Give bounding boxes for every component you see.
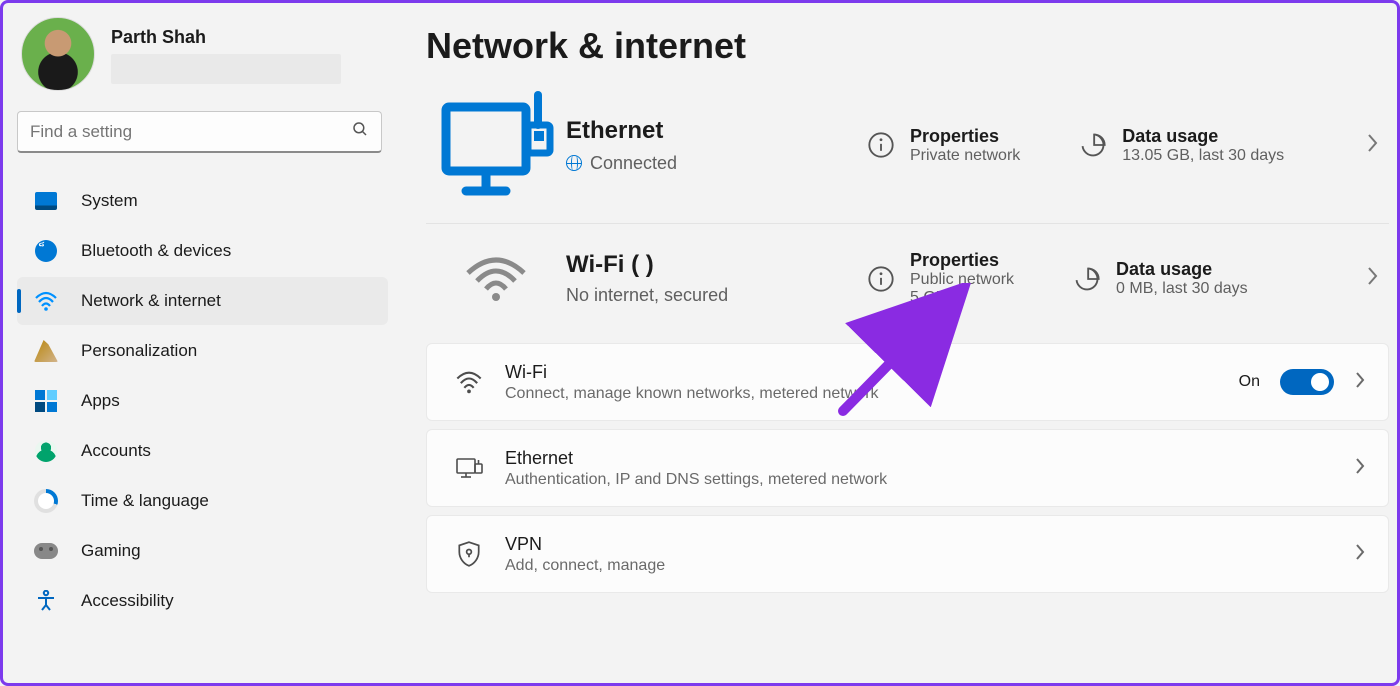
sidebar-nav: System ็ Bluetooth & devices Network & i… [17,177,388,625]
toggle-label: On [1239,373,1260,391]
tile-heading: Data usage [1116,259,1248,280]
wifi-status: No internet, secured [566,285,866,306]
sidebar-item-bluetooth[interactable]: ็ Bluetooth & devices [17,227,388,275]
pie-chart-icon [1072,264,1102,294]
search-input-wrap[interactable] [17,111,382,153]
bluetooth-icon: ็ [33,238,59,264]
tile-subtext: 5 GHz [910,289,1014,307]
sidebar-item-label: Bluetooth & devices [81,241,231,261]
sidebar-item-label: Gaming [81,541,141,561]
tile-subtext: Private network [910,147,1020,165]
tile-heading: Data usage [1122,126,1284,147]
page-title: Network & internet [426,25,1389,67]
sidebar-item-label: System [81,191,138,211]
sidebar-item-apps[interactable]: Apps [17,377,388,425]
wifi-properties-tile[interactable]: Properties Public network 5 GHz [866,250,1014,307]
ethernet-card[interactable]: Ethernet Authentication, IP and DNS sett… [426,429,1389,507]
tile-heading: Properties [910,250,1014,271]
gamepad-icon [33,538,59,564]
sidebar-item-label: Time & language [81,491,209,511]
sidebar-item-system[interactable]: System [17,177,388,225]
system-icon [33,188,59,214]
info-icon [866,130,896,160]
ethernet-hero: Ethernet Connected Properties Private ne… [426,85,1389,224]
globe-icon [566,155,582,171]
wifi-icon [449,368,489,396]
sidebar-item-gaming[interactable]: Gaming [17,527,388,575]
sidebar-item-label: Accessibility [81,591,174,611]
tile-subtext: 13.05 GB, last 30 days [1122,147,1284,165]
card-desc: Add, connect, manage [505,557,1354,575]
user-email-redacted [111,54,341,84]
ethernet-data-usage-tile[interactable]: Data usage 13.05 GB, last 30 days [1078,126,1284,165]
ethernet-status: Connected [566,153,866,174]
avatar[interactable] [21,17,95,91]
wifi-signal-icon [426,255,566,303]
person-icon [33,438,59,464]
chevron-right-icon [1354,542,1366,567]
apps-icon [33,388,59,414]
card-title: VPN [505,534,1354,555]
pie-chart-icon [1078,130,1108,160]
main-content: Network & internet Ethernet Connected [398,3,1397,683]
sidebar-item-time[interactable]: Time & language [17,477,388,525]
card-desc: Connect, manage known networks, metered … [505,385,1239,403]
sidebar-item-accessibility[interactable]: Accessibility [17,577,388,625]
ethernet-properties-tile[interactable]: Properties Private network [866,126,1020,165]
wifi-card[interactable]: Wi-Fi Connect, manage known networks, me… [426,343,1389,421]
chevron-right-icon [1354,456,1366,481]
ethernet-monitor-icon [426,85,566,205]
chevron-right-icon[interactable] [1355,132,1389,159]
sidebar: Parth Shah System ็ Bluetooth & devices [3,3,398,683]
paintbrush-icon [33,338,59,364]
card-desc: Authentication, IP and DNS settings, met… [505,471,1354,489]
chevron-right-icon[interactable] [1355,265,1389,292]
tile-subtext: 0 MB, last 30 days [1116,280,1248,298]
ethernet-icon [449,454,489,482]
wifi-toggle[interactable] [1280,369,1334,395]
sidebar-item-label: Accounts [81,441,151,461]
accessibility-icon [33,588,59,614]
tile-heading: Properties [910,126,1020,147]
shield-lock-icon [449,540,489,568]
info-icon [866,264,896,294]
tile-subtext: Public network [910,271,1014,289]
chevron-right-icon [1354,370,1366,395]
wifi-hero: Wi-Fi ( ) No internet, secured Propertie… [426,230,1389,333]
wifi-icon [33,288,59,314]
ethernet-title: Ethernet [566,117,866,145]
profile-block[interactable]: Parth Shah [17,17,388,91]
sidebar-item-network[interactable]: Network & internet [17,277,388,325]
wifi-title: Wi-Fi ( ) [566,251,866,279]
search-input[interactable] [30,122,351,142]
wifi-data-usage-tile[interactable]: Data usage 0 MB, last 30 days [1072,259,1248,298]
search-icon [351,120,369,143]
card-title: Ethernet [505,448,1354,469]
sidebar-item-personalization[interactable]: Personalization [17,327,388,375]
sidebar-item-label: Network & internet [81,291,221,311]
sidebar-item-label: Apps [81,391,120,411]
card-title: Wi-Fi [505,362,1239,383]
sidebar-item-accounts[interactable]: Accounts [17,427,388,475]
user-name: Parth Shah [111,27,341,48]
settings-cards: Wi-Fi Connect, manage known networks, me… [426,343,1389,593]
sidebar-item-label: Personalization [81,341,197,361]
vpn-card[interactable]: VPN Add, connect, manage [426,515,1389,593]
clock-globe-icon [33,488,59,514]
